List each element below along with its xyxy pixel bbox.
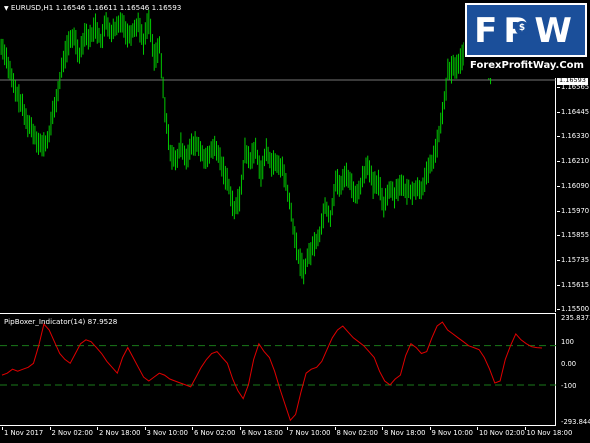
time-axis: 1 Nov 2017 2 Nov 02:00 2 Nov 18:00 3 Nov 10… (0, 427, 572, 443)
indicator-chart-svg (0, 321, 556, 422)
price-axis-label: 1.15970 (561, 206, 590, 215)
price-axis-label: 1.16210 (561, 157, 590, 166)
price-axis-tick (557, 259, 560, 261)
time-axis-tick (144, 427, 146, 430)
price-axis-label: 1.15735 (561, 255, 590, 264)
time-axis-label: 10 Nov 18:00 (526, 429, 573, 437)
time-axis-tick (524, 427, 526, 430)
time-axis-label: 8 Nov 18:00 (384, 429, 426, 437)
indicator-axis-label: 0.00 (561, 360, 577, 368)
time-axis-label: 2 Nov 02:00 (51, 429, 94, 437)
time-axis-tick (287, 427, 288, 430)
dollar-icon: $ (515, 21, 529, 35)
time-axis-tick (2, 427, 3, 430)
logo-box: FPW $ (465, 3, 587, 57)
time-axis-tick (382, 427, 383, 430)
time-axis-tick (192, 427, 193, 430)
time-axis-tick (97, 427, 98, 430)
time-axis-label: 1 Nov 2017 (4, 429, 44, 437)
price-axis-tick (557, 210, 560, 212)
indicator-axis-label: 235.8373 (561, 314, 590, 322)
time-axis-label: 8 Nov 02:00 (336, 429, 379, 437)
time-axis-label: 6 Nov 18:00 (241, 429, 284, 437)
price-axis-label: 1.15615 (561, 280, 590, 289)
time-axis-label: 3 Nov 10:00 (146, 429, 189, 437)
time-axis-label: 6 Nov 02:00 (194, 429, 236, 437)
price-axis-label: 1.16330 (561, 132, 590, 141)
indicator-info-label: PipBoxer_Indicator(14) 87.9528 (4, 317, 118, 326)
time-axis-tick (477, 427, 478, 430)
price-axis-label: 1.16445 (561, 107, 590, 116)
time-axis-label: 9 Nov 10:00 (431, 429, 474, 437)
price-axis-label: 1.16090 (561, 181, 590, 190)
dropdown-arrow-icon[interactable]: ▼ (4, 5, 9, 12)
price-axis-tick (557, 235, 560, 237)
time-axis-tick (334, 427, 336, 430)
indicator-axis-label: -293.8443 (561, 418, 590, 426)
time-axis-label: 2 Nov 18:00 (99, 429, 141, 437)
time-axis-tick (239, 427, 241, 430)
symbol-info-text: EURUSD,H1 1.16546 1.16611 1.16546 1.1659… (10, 3, 182, 12)
price-axis-tick (557, 185, 560, 187)
price-axis-tick (557, 284, 560, 286)
indicator-axis-label: -100 (561, 382, 577, 390)
price-axis-tick (557, 111, 560, 113)
price-axis-tick (557, 309, 560, 311)
logo-site-text: ForexProfitWay.Com (470, 60, 584, 71)
indicator-axis: 235.8373 100 0.00 -100 -293.8443 (557, 313, 590, 426)
price-axis-label: 1.15855 (561, 231, 590, 240)
time-axis-label: 10 Nov 02:00 (479, 429, 525, 437)
indicator-axis-label: 100 (561, 338, 574, 346)
time-axis-label: 7 Nov 10:00 (289, 429, 331, 437)
price-axis-tick (557, 136, 560, 138)
symbol-info-label: ▼ EURUSD,H1 1.16546 1.16611 1.16546 1.16… (4, 3, 181, 12)
indicator-line (1, 321, 543, 422)
time-axis-tick (429, 427, 431, 430)
time-axis-tick (49, 427, 51, 430)
fpw-logo: FPW $ ForexProfitWay.Com (464, 0, 590, 78)
indicator-pane[interactable]: PipBoxer_Indicator(14) 87.9528 (0, 313, 556, 426)
price-axis-tick (557, 161, 560, 163)
price-axis-tick (557, 87, 560, 88)
